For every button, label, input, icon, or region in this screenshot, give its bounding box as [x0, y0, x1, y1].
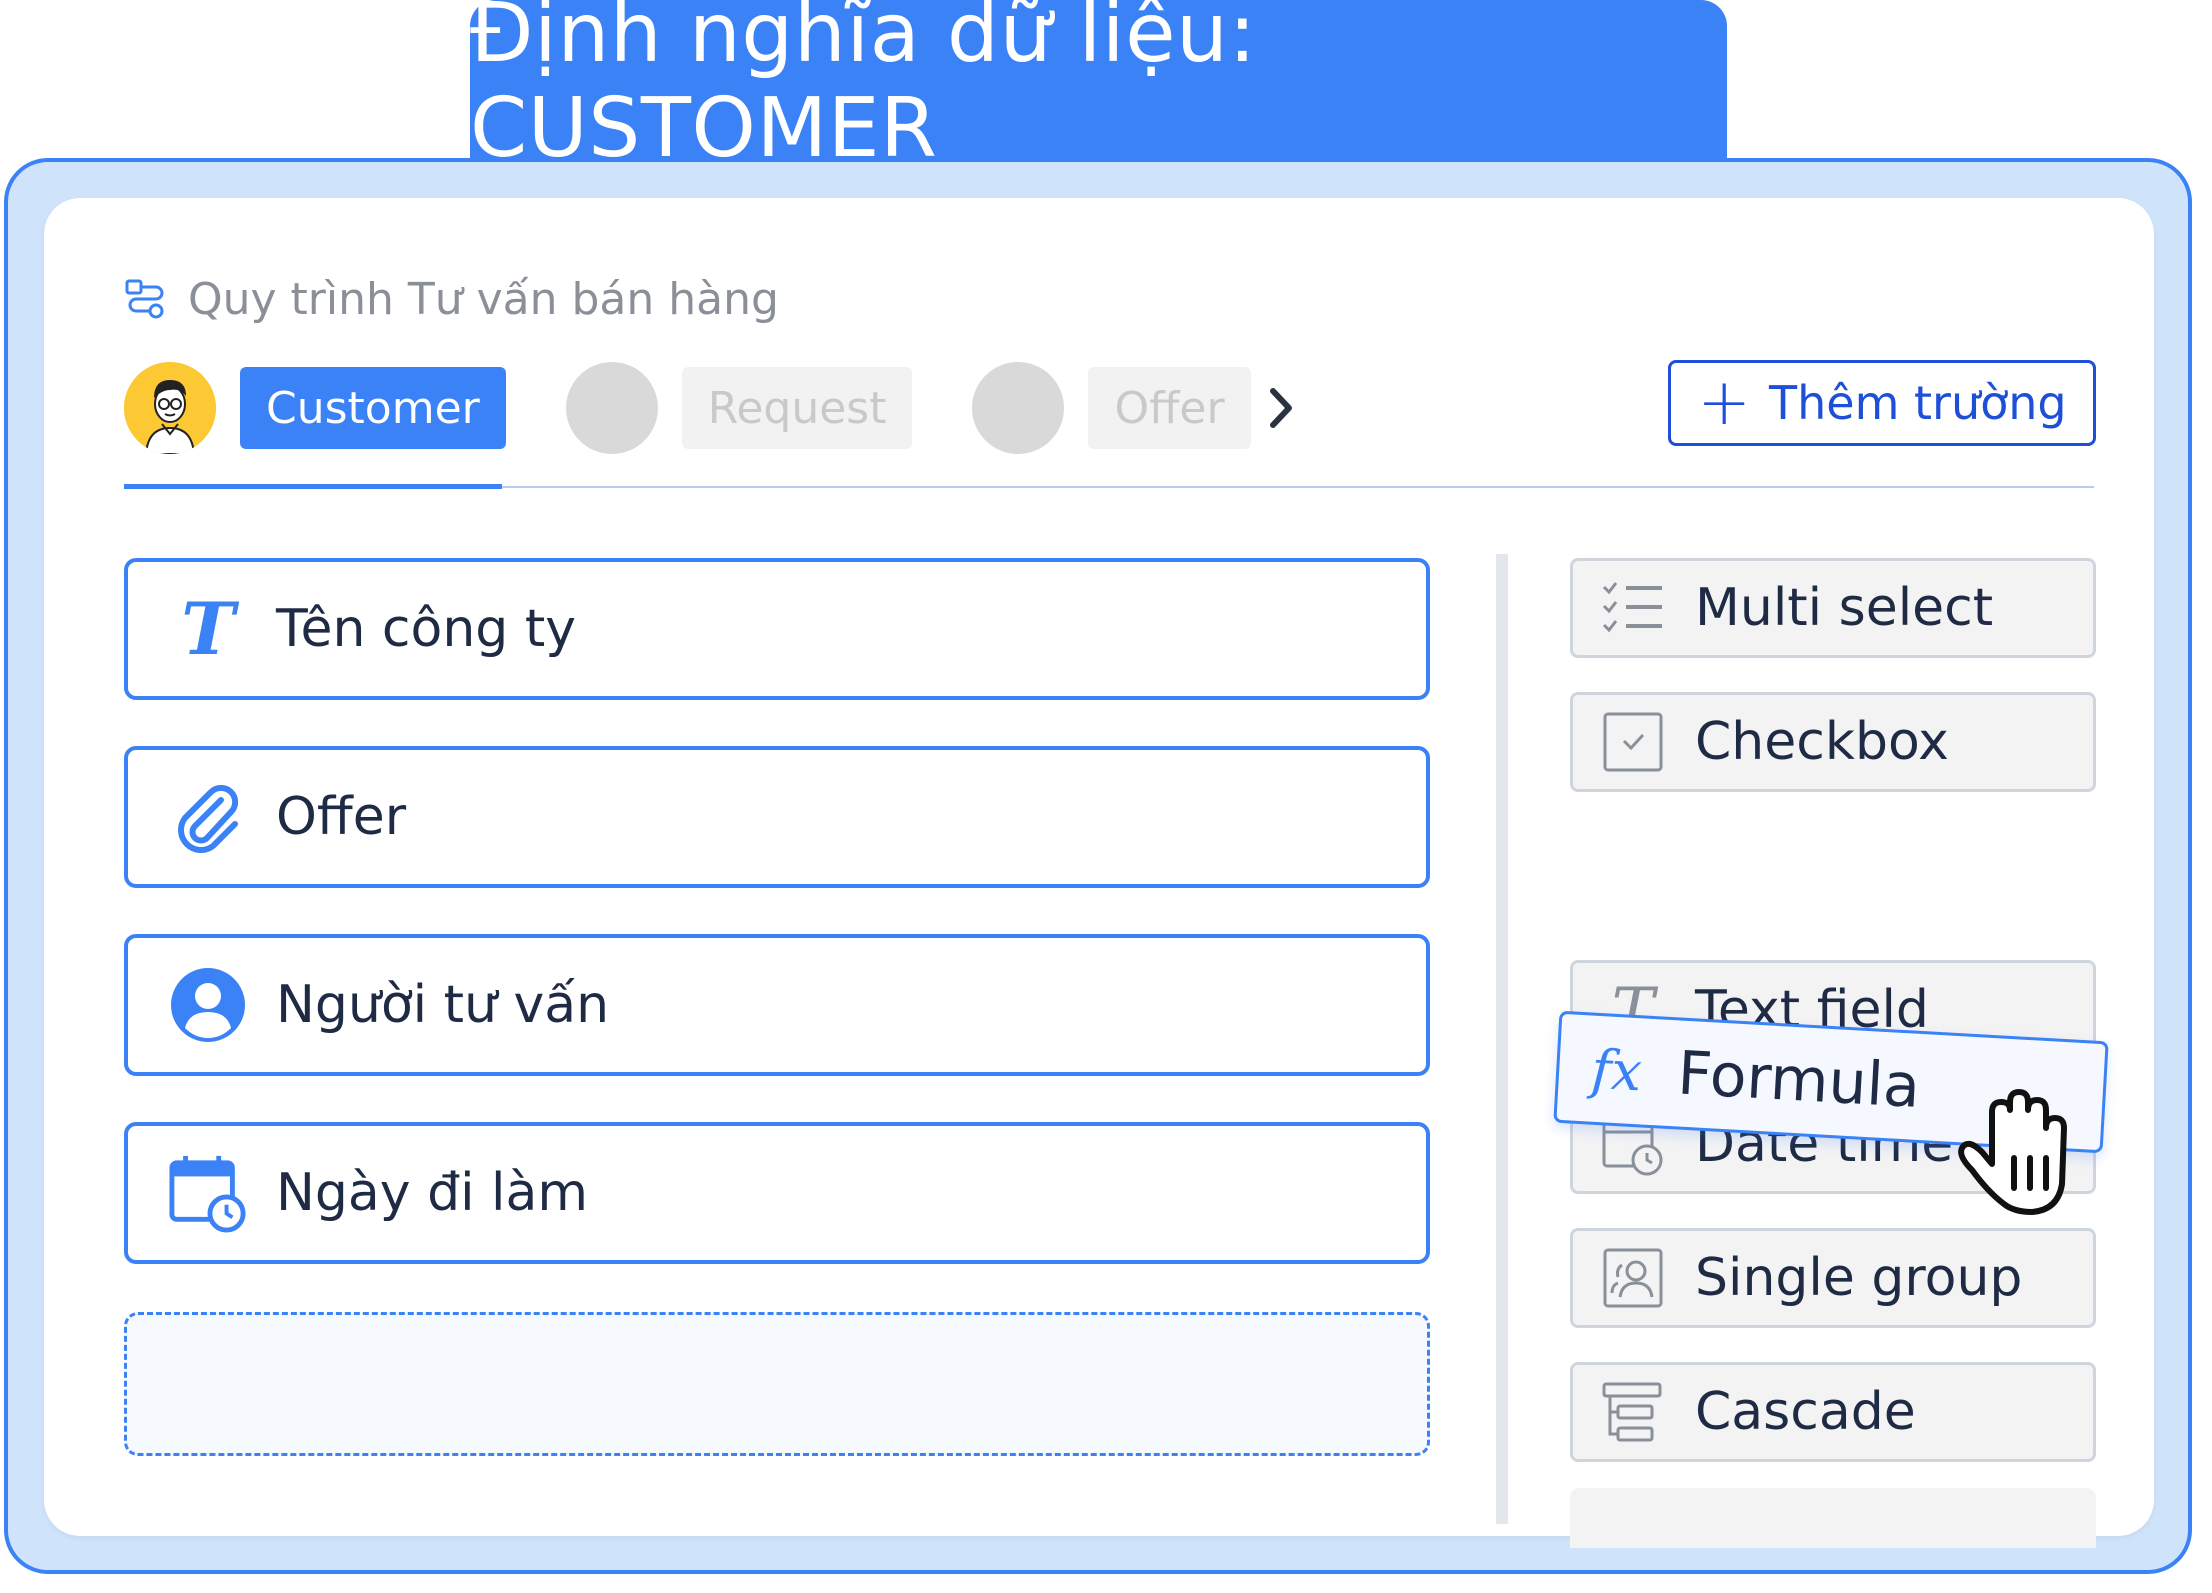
field-label: Người tư vấn [276, 975, 610, 1035]
tool-label: Checkbox [1695, 712, 1949, 772]
tool-multi-select[interactable]: Multi select [1570, 558, 2096, 658]
editor-card: Quy trình Tư vấn bán hàng Customer Reque… [44, 198, 2154, 1548]
attachment-icon [168, 777, 248, 857]
user-icon [168, 965, 248, 1045]
field-item[interactable]: Người tư vấn [124, 934, 1430, 1076]
field-item[interactable]: Offer [124, 746, 1430, 888]
tool-single-group[interactable]: Single group [1570, 1228, 2096, 1328]
field-item[interactable]: T Tên công ty [124, 558, 1430, 700]
group-icon [1601, 1246, 1665, 1310]
checklist-icon [1601, 576, 1665, 640]
tool-cascade[interactable]: Cascade [1570, 1362, 2096, 1462]
breadcrumb-label: Quy trình Tư vấn bán hàng [188, 274, 779, 325]
add-field-label: Thêm trường [1769, 376, 2067, 430]
tool-label: Single group [1695, 1248, 2023, 1308]
text-icon: T [168, 589, 248, 669]
add-field-button[interactable]: + Thêm trường [1668, 360, 2096, 446]
drop-zone[interactable] [124, 1312, 1430, 1456]
panel-divider [1496, 554, 1508, 1524]
editor-frame: Quy trình Tư vấn bán hàng Customer Reque… [4, 158, 2192, 1574]
tool-checkbox[interactable]: Checkbox [1570, 692, 2096, 792]
breadcrumb[interactable]: Quy trình Tư vấn bán hàng [124, 274, 779, 325]
chevron-right-icon[interactable] [1261, 383, 1301, 433]
step-offer[interactable]: Offer [1088, 367, 1251, 449]
step-customer[interactable]: Customer [240, 367, 506, 449]
tool-item-partial [1570, 1488, 2096, 1548]
tool-label: Multi select [1695, 578, 1994, 638]
field-label: Offer [276, 787, 407, 847]
workflow-icon [125, 279, 164, 318]
plus-icon: + [1697, 366, 1752, 440]
svg-text:T: T [181, 594, 239, 664]
step-avatar-placeholder [565, 362, 658, 454]
active-step-indicator [124, 484, 502, 489]
checkbox-icon [1601, 710, 1665, 774]
avatar [124, 362, 216, 454]
field-label: Ngày đi làm [276, 1163, 589, 1223]
field-item[interactable]: Ngày đi làm [124, 1122, 1430, 1264]
step-bar: Customer Request Offer [124, 362, 1301, 454]
cascade-icon [1601, 1380, 1665, 1444]
grab-cursor-icon [1958, 1089, 2067, 1215]
page-title: Định nghĩa dữ liệu: CUSTOMER [470, 0, 1727, 176]
calendar-clock-icon [168, 1153, 248, 1233]
tool-label: Formula [1675, 1038, 1922, 1122]
field-label: Tên công ty [276, 599, 576, 659]
step-request[interactable]: Request [681, 367, 913, 449]
tool-label: Cascade [1695, 1382, 1916, 1442]
step-avatar-placeholder [972, 362, 1065, 454]
fx-icon: fx [1589, 1037, 1644, 1103]
